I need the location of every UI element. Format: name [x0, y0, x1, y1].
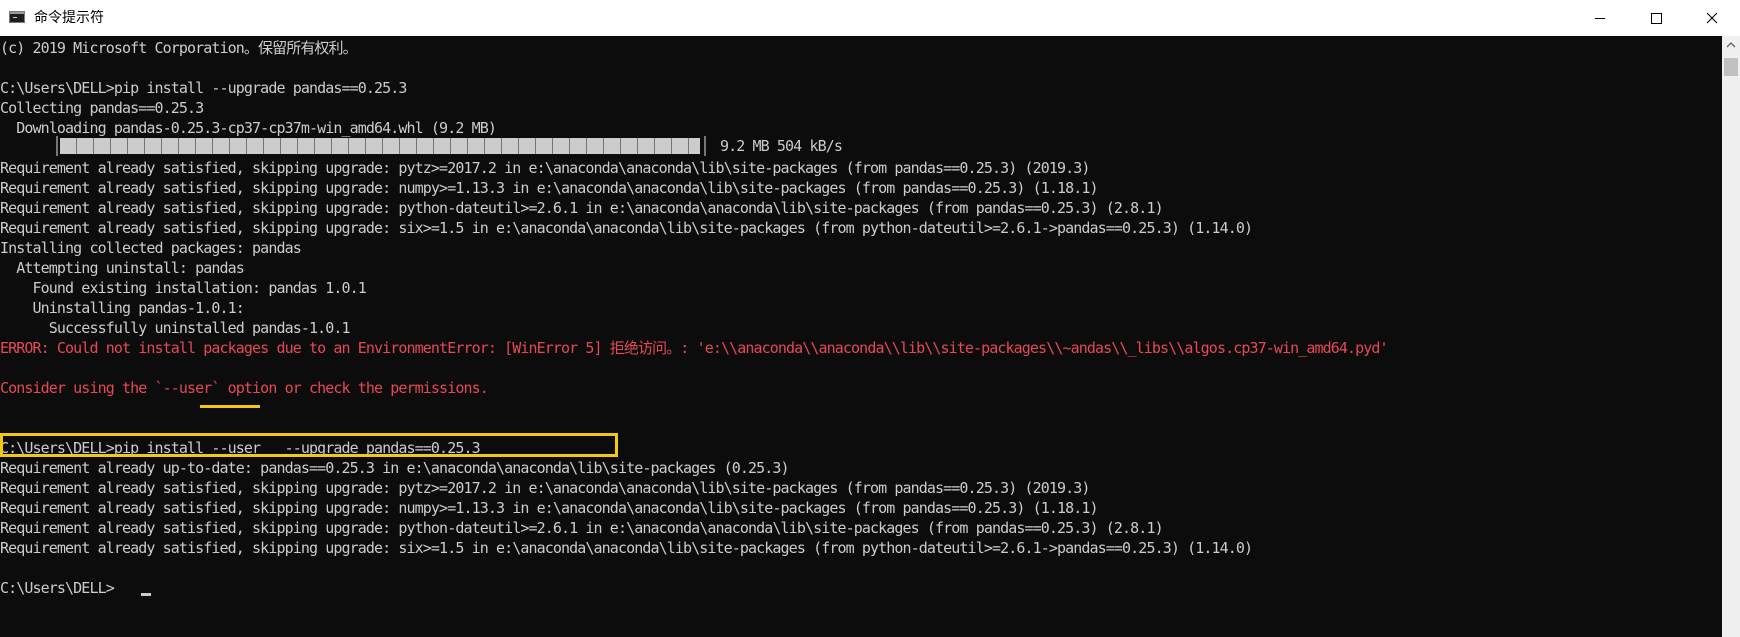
cmd-icon [9, 11, 25, 23]
error-hint-line: Consider using the `--user` option or ch… [0, 379, 489, 397]
console-line: Downloading pandas-0.25.3-cp37-cp37m-win… [0, 119, 497, 137]
progress-right-edge [704, 136, 706, 156]
window-title: 命令提示符 [34, 10, 104, 26]
console-line: Requirement already satisfied, skipping … [0, 499, 1099, 517]
download-progress-bar [60, 138, 700, 154]
console-line: Requirement already satisfied, skipping … [0, 539, 1253, 557]
error-line: ERROR: Could not install packages due to… [0, 339, 1389, 357]
console-line: Requirement already satisfied, skipping … [0, 199, 1164, 217]
minimize-button[interactable] [1572, 0, 1628, 36]
close-button[interactable] [1684, 0, 1740, 36]
console-line: Attempting uninstall: pandas [0, 259, 245, 277]
console-line: Uninstalling pandas-1.0.1: [0, 299, 245, 317]
console-line: Requirement already satisfied, skipping … [0, 179, 1099, 197]
scrollbar-thumb[interactable] [1724, 58, 1738, 76]
console-line: Requirement already up-to-date: pandas==… [0, 459, 790, 477]
text-cursor [141, 593, 151, 596]
console-line: Requirement already satisfied, skipping … [0, 219, 1253, 237]
scroll-up-arrow-icon[interactable] [1722, 36, 1740, 54]
close-icon [1706, 12, 1718, 24]
annotation-highlight-box [0, 433, 618, 457]
console-line: Requirement already satisfied, skipping … [0, 479, 1090, 497]
annotation-underline [200, 405, 260, 408]
progress-left-edge [56, 136, 58, 156]
console-line: C:\Users\DELL>pip install --upgrade pand… [0, 79, 407, 97]
console-line: (c) 2019 Microsoft Corporation。保留所有权利。 [0, 39, 358, 57]
prompt-line: C:\Users\DELL> [0, 579, 115, 597]
title-bar[interactable]: 命令提示符 [0, 0, 1740, 36]
download-stats: 9.2 MB 504 kB/s [720, 137, 843, 155]
console-line: Collecting pandas==0.25.3 [0, 99, 204, 117]
console-line: Requirement already satisfied, skipping … [0, 519, 1164, 537]
console-line: Installing collected packages: pandas [0, 239, 302, 257]
console-line: Successfully uninstalled pandas-1.0.1 [0, 319, 351, 337]
vertical-scrollbar[interactable] [1722, 36, 1740, 637]
download-progress-fill [60, 138, 700, 154]
maximize-button[interactable] [1628, 0, 1684, 36]
console-output[interactable]: (c) 2019 Microsoft Corporation。保留所有权利。 C… [0, 36, 1722, 637]
cmd-window: 命令提示符 (c) 2019 Microsoft Corporation。保留所… [0, 0, 1740, 637]
minimize-icon [1595, 18, 1605, 19]
console-line: Found existing installation: pandas 1.0.… [0, 279, 367, 297]
maximize-icon [1651, 13, 1662, 24]
console-line: Requirement already satisfied, skipping … [0, 159, 1090, 177]
